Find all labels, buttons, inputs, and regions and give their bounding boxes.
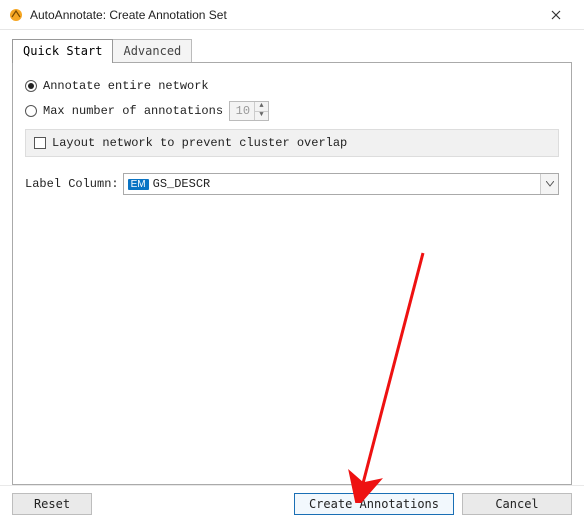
app-icon (8, 7, 24, 23)
max-annotations-input[interactable] (230, 102, 254, 120)
tab-strip: Quick Start Advanced (12, 38, 572, 62)
layout-overlap-row: Layout network to prevent cluster overla… (25, 129, 559, 157)
layout-overlap-label: Layout network to prevent cluster overla… (52, 136, 347, 150)
tab-quick-start-label: Quick Start (23, 44, 102, 58)
reset-button-label: Reset (34, 497, 70, 511)
radio-annotate-entire[interactable]: Annotate entire network (25, 79, 559, 93)
spinner-down-icon[interactable]: ▼ (255, 112, 268, 121)
create-annotations-button[interactable]: Create Annotations (294, 493, 454, 515)
label-column-value: GS_DESCR (153, 177, 211, 191)
annotation-arrow-icon (343, 243, 433, 503)
reset-button[interactable]: Reset (12, 493, 92, 515)
tab-panel-quick-start: Annotate entire network Max number of an… (12, 62, 572, 485)
layout-overlap-checkbox[interactable] (34, 137, 46, 149)
button-bar: Reset Create Annotations Cancel (0, 485, 584, 521)
em-badge-icon: EM (128, 179, 149, 190)
spinner-arrows: ▲ ▼ (254, 102, 268, 120)
radio-icon (25, 105, 37, 117)
close-button[interactable] (536, 0, 576, 30)
spinner-up-icon[interactable]: ▲ (255, 102, 268, 112)
titlebar: AutoAnnotate: Create Annotation Set (0, 0, 584, 30)
cancel-button-label: Cancel (495, 497, 538, 511)
create-button-label: Create Annotations (309, 497, 439, 511)
radio-icon (25, 80, 37, 92)
radio-max-annotations[interactable]: Max number of annotations ▲ ▼ (25, 101, 559, 121)
label-column-label: Label Column: (25, 177, 119, 191)
radio-annotate-entire-label: Annotate entire network (43, 79, 209, 93)
chevron-down-icon (540, 174, 558, 194)
label-column-row: Label Column: EM GS_DESCR (25, 173, 559, 195)
tab-advanced-label: Advanced (123, 44, 181, 58)
content-area: Quick Start Advanced Annotate entire net… (0, 30, 584, 485)
window-title: AutoAnnotate: Create Annotation Set (30, 8, 536, 22)
radio-max-annotations-label: Max number of annotations (43, 104, 223, 118)
label-column-combo[interactable]: EM GS_DESCR (123, 173, 559, 195)
cancel-button[interactable]: Cancel (462, 493, 572, 515)
tab-advanced[interactable]: Advanced (112, 39, 192, 63)
max-annotations-spinner[interactable]: ▲ ▼ (229, 101, 269, 121)
tab-quick-start[interactable]: Quick Start (12, 39, 113, 63)
